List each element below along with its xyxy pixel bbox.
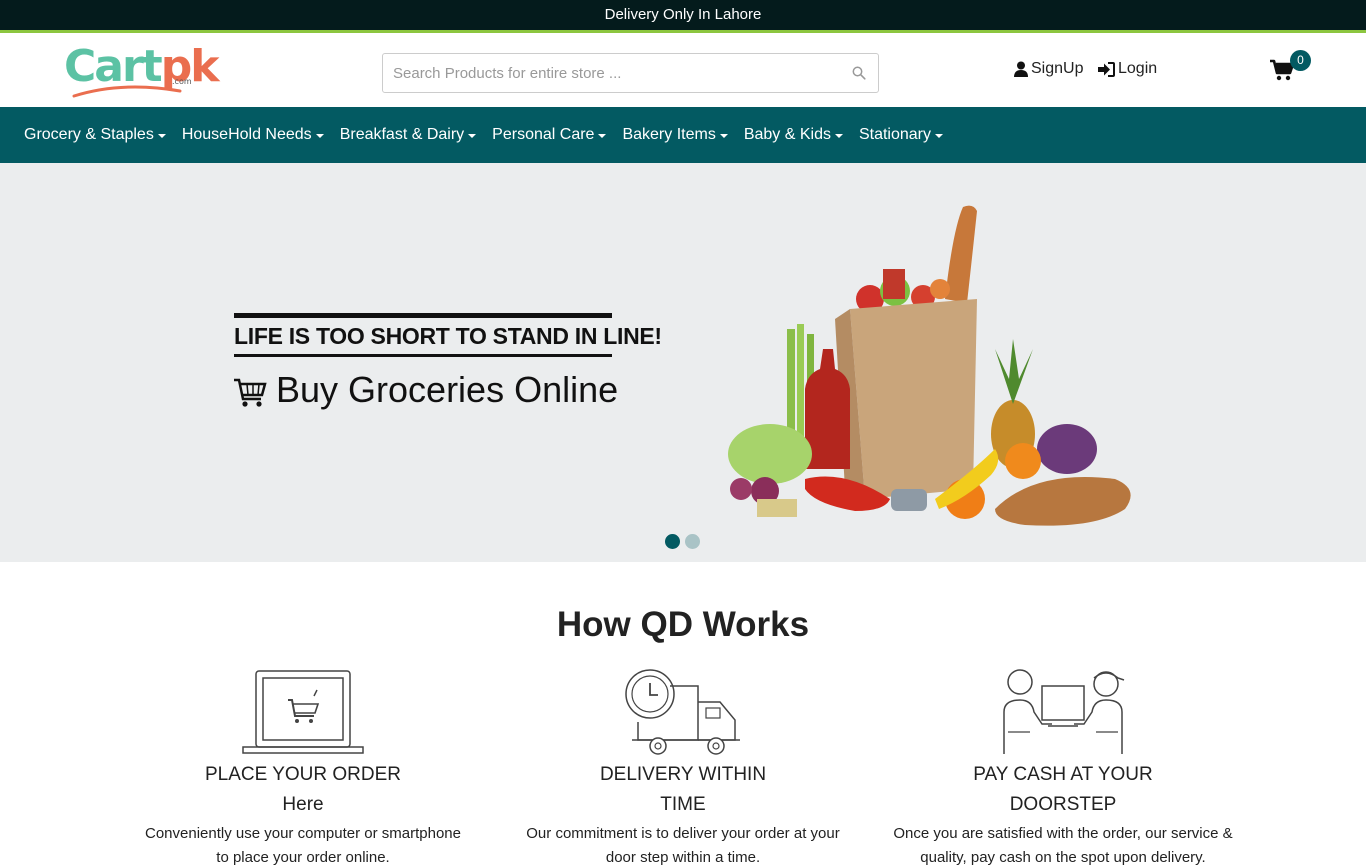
search-input[interactable] bbox=[383, 54, 823, 92]
caret-down-icon bbox=[719, 134, 728, 138]
hero-subtitle: Buy Groceries Online bbox=[276, 369, 619, 410]
site-logo[interactable]: Cartpk .com bbox=[64, 43, 219, 99]
step-delivery-time: DELIVERY WITHIN TIME Our commitment is t… bbox=[503, 668, 863, 868]
carousel-dot-2[interactable] bbox=[685, 534, 700, 549]
hero-carousel[interactable]: LIFE IS TOO SHORT TO STAND IN LINE! Buy … bbox=[0, 163, 1366, 562]
sign-in-icon bbox=[1098, 61, 1115, 77]
step-description: Our commitment is to deliver your order … bbox=[526, 825, 840, 866]
laptop-cart-icon bbox=[242, 670, 364, 754]
caret-down-icon bbox=[598, 134, 607, 138]
how-it-works-title: How QD Works bbox=[556, 605, 810, 644]
tagline-top-rule bbox=[234, 313, 612, 318]
site-header: Cartpk .com SignUp Login 0 bbox=[0, 33, 1366, 107]
delivery-notice-bar: Delivery Only In Lahore bbox=[0, 0, 1366, 30]
login-link[interactable]: Login bbox=[1098, 60, 1157, 78]
step-pay-cash: PAY CASH AT YOUR DOORSTEP Once you are s… bbox=[883, 668, 1243, 868]
nav-item-grocery-staples[interactable]: Grocery & Staples bbox=[24, 126, 166, 144]
carousel-indicators bbox=[665, 534, 700, 549]
nav-item-breakfast-dairy[interactable]: Breakfast & Dairy bbox=[340, 126, 477, 144]
category-nav: Grocery & Staples HouseHold Needs Breakf… bbox=[0, 107, 1366, 163]
delivery-notice-text: Delivery Only In Lahore bbox=[604, 6, 762, 23]
caret-down-icon bbox=[935, 134, 944, 138]
carousel-dot-1[interactable] bbox=[665, 534, 680, 549]
search-icon[interactable] bbox=[852, 66, 866, 80]
step-title: DELIVERY WITHIN TIME bbox=[599, 764, 767, 815]
caret-down-icon bbox=[468, 134, 477, 138]
login-label: Login bbox=[1118, 60, 1158, 77]
shopping-cart-icon bbox=[234, 378, 267, 407]
step-description: Once you are satisfied with the order, o… bbox=[893, 825, 1233, 866]
grocery-bag-illustration bbox=[728, 205, 1131, 526]
nav-item-stationary[interactable]: Stationary bbox=[859, 126, 944, 144]
signup-label: SignUp bbox=[1031, 60, 1084, 77]
tagline-bottom-rule bbox=[234, 354, 612, 357]
logo-swoosh-icon bbox=[72, 85, 182, 98]
hero-tagline: LIFE IS TOO SHORT TO STAND IN LINE! bbox=[234, 323, 662, 349]
nav-item-baby-kids[interactable]: Baby & Kids bbox=[744, 126, 843, 144]
search-box bbox=[382, 53, 879, 93]
cash-handover-icon bbox=[1003, 669, 1125, 754]
nav-item-personal-care[interactable]: Personal Care bbox=[492, 126, 607, 144]
delivery-truck-clock-icon bbox=[625, 669, 740, 755]
signup-link[interactable]: SignUp bbox=[1014, 60, 1083, 78]
caret-down-icon bbox=[834, 134, 843, 138]
step-title: PLACE YOUR ORDER Here bbox=[204, 764, 402, 815]
step-title: PAY CASH AT YOUR DOORSTEP bbox=[973, 764, 1153, 815]
nav-item-household-needs[interactable]: HouseHold Needs bbox=[182, 126, 324, 144]
step-description: Conveniently use your computer or smartp… bbox=[145, 825, 461, 866]
caret-down-icon bbox=[315, 134, 324, 138]
cart-count-badge: 0 bbox=[1290, 50, 1311, 71]
step-place-order: PLACE YOUR ORDER Here Conveniently use y… bbox=[123, 668, 483, 868]
nav-item-bakery-items[interactable]: Bakery Items bbox=[622, 126, 728, 144]
caret-down-icon bbox=[157, 134, 166, 138]
user-icon bbox=[1014, 61, 1028, 77]
